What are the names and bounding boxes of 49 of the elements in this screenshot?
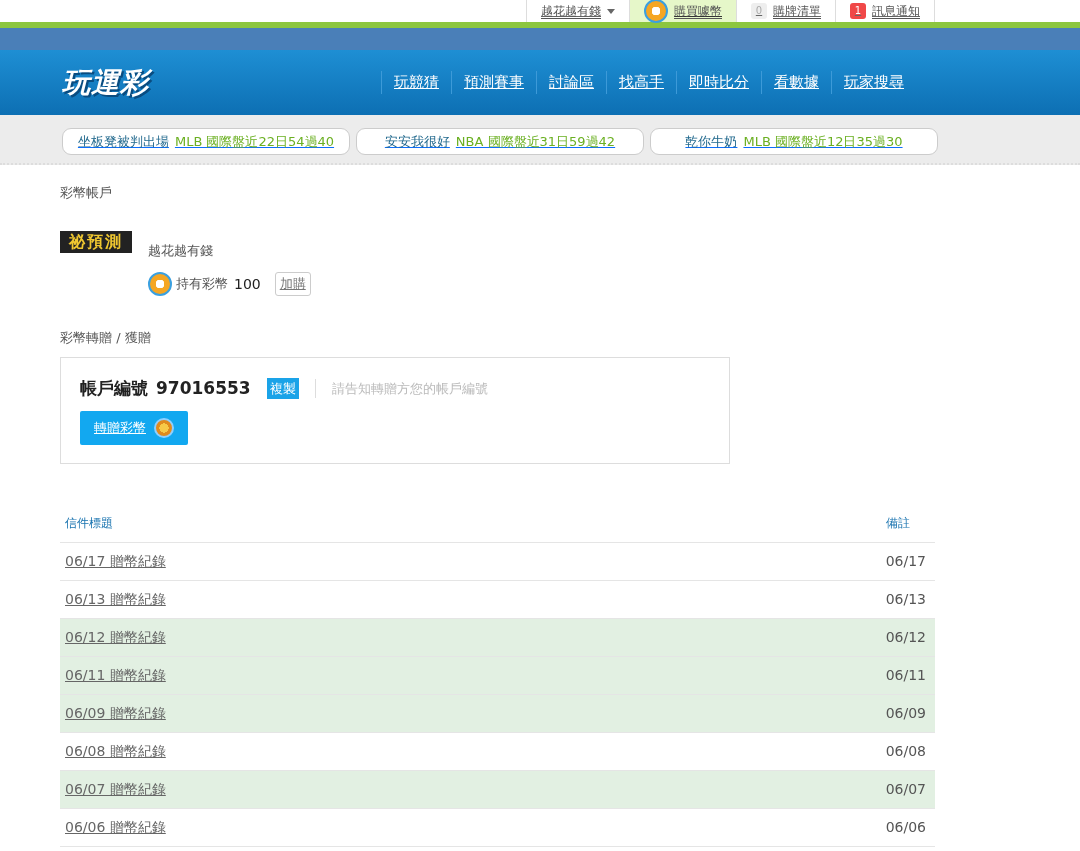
hint-text: 請告知轉贈方您的帳戶編號	[314, 378, 488, 398]
nav-link[interactable]: 討論區	[536, 71, 606, 94]
record-link[interactable]: 06/11 贈幣紀錄	[65, 665, 166, 686]
count-badge: 0	[751, 3, 767, 19]
balance-label: 持有彩幣	[176, 275, 228, 294]
ticker-link[interactable]: 坐板凳被判出場 MLB 國際盤近22日54過40	[62, 128, 350, 155]
user-menu-link[interactable]: 越花越有錢	[541, 3, 601, 19]
record-link[interactable]: 06/07 贈幣紀錄	[65, 779, 166, 800]
nav-link[interactable]: 即時比分	[676, 71, 761, 94]
coin-icon	[154, 418, 174, 438]
table-cell-text: 06/09	[885, 704, 926, 723]
menu-link[interactable]: 訊息通知	[872, 3, 920, 19]
balance-value: 100	[234, 274, 261, 294]
record-link[interactable]: 06/12 贈幣紀錄	[65, 627, 166, 648]
username: 越花越有錢	[148, 241, 214, 260]
column-header: 信件標題	[65, 515, 113, 532]
record-link[interactable]: 06/17 贈幣紀錄	[65, 551, 166, 572]
section-title: 彩幣帳戶	[60, 184, 113, 202]
ticker-link[interactable]: 乾你牛奶 MLB 國際盤近12日35過30	[650, 128, 938, 155]
table-cell-text: 06/13	[885, 590, 926, 609]
nav-link[interactable]: 看數據	[761, 71, 831, 94]
table-cell-text: 06/12	[885, 628, 926, 647]
table-cell-text: 06/06	[885, 818, 926, 837]
coin-icon	[148, 272, 172, 296]
table-cell-text: 06/11	[885, 666, 926, 685]
coin-icon	[644, 0, 668, 23]
nav-link[interactable]: 預測賽事	[451, 71, 536, 94]
record-link[interactable]: 06/09 贈幣紀錄	[65, 703, 166, 724]
record-link[interactable]: 06/13 贈幣紀錄	[65, 589, 166, 610]
record-link[interactable]: 06/08 贈幣紀錄	[65, 741, 166, 762]
table-cell-text: 06/17	[885, 552, 926, 571]
avatar-image: 祕預測	[60, 230, 132, 253]
copy-button[interactable]: 複製	[266, 377, 299, 399]
menu-link[interactable]: 購牌清單	[773, 3, 821, 19]
table-cell-text: 06/07	[885, 780, 926, 799]
caret-icon[interactable]	[607, 8, 615, 14]
ticker-link[interactable]: 安安我很好 NBA 國際盤近31日59過42	[356, 128, 644, 155]
nav-link[interactable]: 玩家搜尋	[831, 71, 916, 94]
transfer-button[interactable]: 轉贈彩幣	[80, 411, 188, 445]
nav-link[interactable]: 玩競猜	[381, 71, 451, 94]
buy-button[interactable]: 加購	[274, 272, 311, 296]
table-cell-text: 06/08	[885, 742, 926, 761]
account-label: 帳戶編號	[80, 376, 148, 400]
column-header: 備註	[886, 515, 910, 532]
nav-link[interactable]: 找高手	[606, 71, 676, 94]
count-badge: 1	[850, 3, 866, 19]
section-title: 彩幣轉贈 / 獲贈	[60, 329, 152, 347]
account-number: 97016553	[156, 376, 251, 400]
record-link[interactable]: 06/06 贈幣紀錄	[65, 817, 166, 838]
